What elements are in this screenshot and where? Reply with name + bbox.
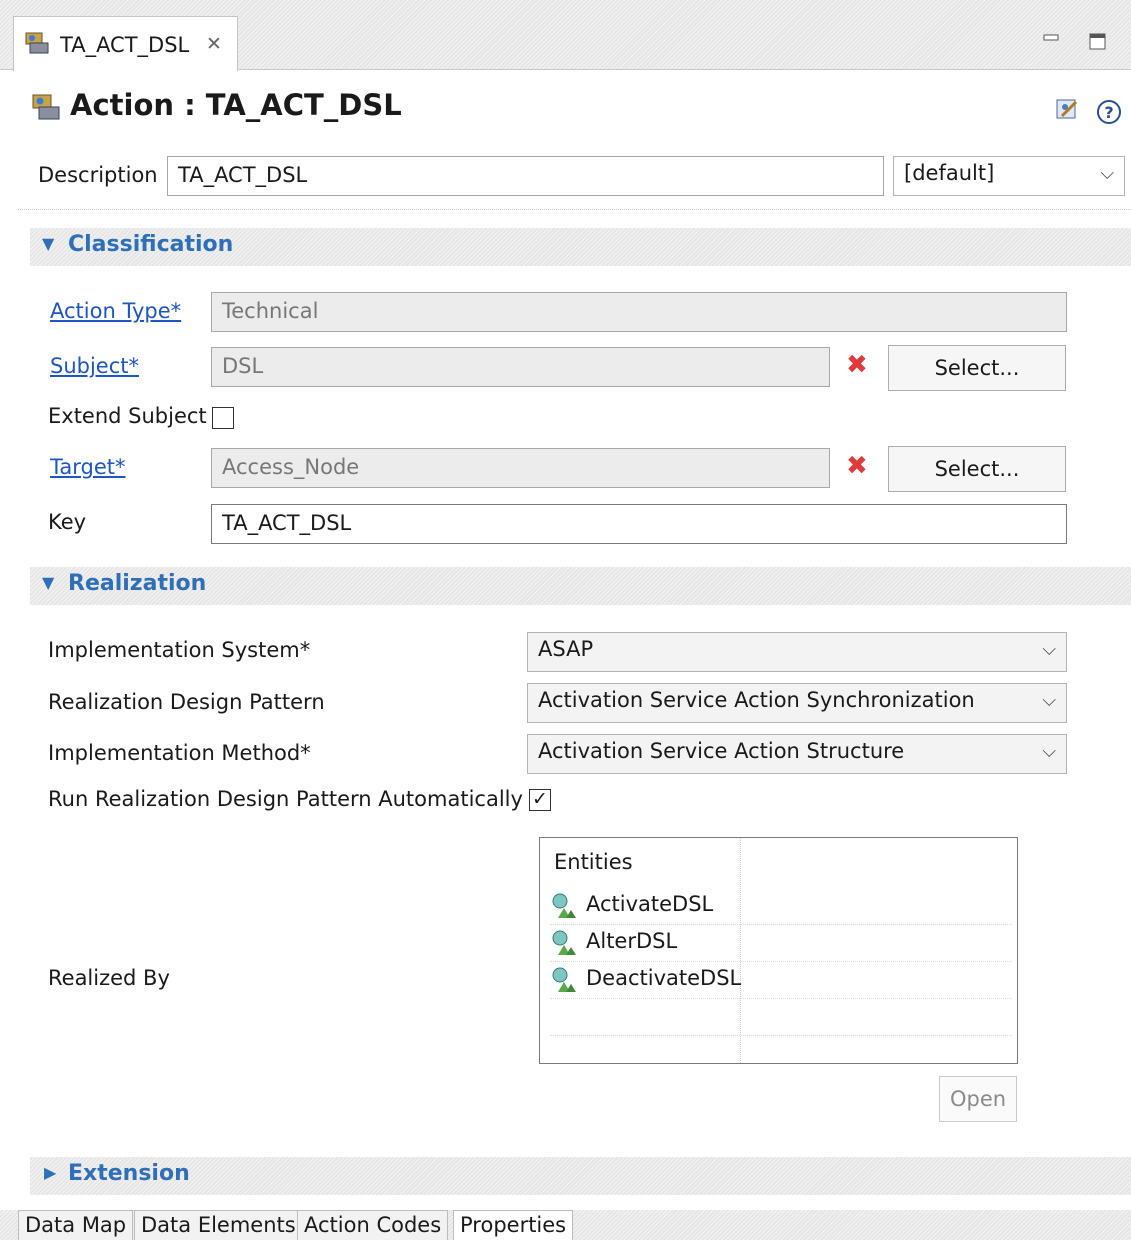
entity-icon: [550, 966, 582, 994]
tools-icon[interactable]: [1054, 96, 1082, 124]
tab-data-map[interactable]: Data Map: [18, 1210, 134, 1240]
chevron-down-icon: ⌵: [1042, 639, 1056, 660]
language-select[interactable]: [default] ⌵: [893, 156, 1125, 196]
tab-data-elements[interactable]: Data Elements: [134, 1210, 303, 1240]
empty-row: [550, 999, 1012, 1036]
editor-tab-label: TA_ACT_DSL: [60, 33, 190, 57]
extend-subject-checkbox[interactable]: [212, 407, 234, 429]
extend-subject-label: Extend Subject: [48, 404, 207, 428]
entity-row[interactable]: ActivateDSL: [550, 888, 1012, 925]
entity-icon: [550, 929, 582, 957]
description-label: Description: [38, 163, 158, 187]
select-subject-button[interactable]: Select...: [888, 345, 1066, 391]
select-target-button[interactable]: Select...: [888, 446, 1066, 492]
design-pattern-select[interactable]: Activation Service Action Synchronizatio…: [527, 683, 1067, 723]
realization-section-header[interactable]: ▼ Realization: [30, 567, 1131, 605]
target-field: Access_Node: [211, 448, 830, 488]
help-icon[interactable]: ?: [1096, 99, 1122, 125]
implementation-method-value: Activation Service Action Structure: [538, 739, 905, 763]
action-type-link[interactable]: Action Type*: [50, 299, 181, 323]
entities-column-header: Entities: [554, 850, 633, 874]
run-automatically-label: Run Realization Design Pattern Automatic…: [48, 787, 523, 811]
design-pattern-label: Realization Design Pattern: [48, 690, 325, 714]
editor-tab-bar: TA_ACT_DSL ✕: [0, 0, 1131, 71]
page-title: Action : TA_ACT_DSL: [70, 88, 402, 122]
entity-name: AlterDSL: [586, 929, 678, 953]
key-field[interactable]: TA_ACT_DSL: [211, 504, 1067, 544]
implementation-method-select[interactable]: Activation Service Action Structure ⌵: [527, 734, 1067, 774]
extension-section-header[interactable]: ▶ Extension: [30, 1157, 1131, 1195]
divider: [18, 209, 1131, 210]
action-icon: [30, 92, 62, 122]
run-automatically-checkbox[interactable]: ✓: [529, 789, 551, 811]
section-title: Classification: [68, 232, 234, 257]
remove-target-icon[interactable]: ✖: [846, 451, 868, 481]
entity-name: DeactivateDSL: [586, 966, 742, 990]
entity-icon: [550, 892, 582, 920]
entities-table[interactable]: Entities ActivateDSL AlterDSL Deactivate…: [539, 837, 1018, 1064]
collapsed-triangle-icon: ▶: [44, 1163, 57, 1182]
close-icon[interactable]: ✕: [206, 33, 222, 55]
design-pattern-value: Activation Service Action Synchronizatio…: [538, 688, 975, 712]
minimize-icon[interactable]: [1043, 28, 1061, 41]
implementation-system-value: ASAP: [538, 637, 594, 661]
description-field[interactable]: TA_ACT_DSL: [167, 156, 884, 196]
expanded-triangle-icon: ▼: [42, 573, 55, 592]
action-icon: [23, 30, 51, 56]
chevron-down-icon: ⌵: [1100, 163, 1114, 184]
chevron-down-icon: ⌵: [1042, 741, 1056, 762]
entity-row[interactable]: AlterDSL: [550, 925, 1012, 962]
classification-section-header[interactable]: ▼ Classification: [30, 228, 1131, 266]
chevron-down-icon: ⌵: [1042, 690, 1056, 711]
implementation-system-select[interactable]: ASAP ⌵: [527, 632, 1067, 672]
implementation-method-label: Implementation Method*: [48, 741, 311, 765]
action-type-field: Technical: [211, 292, 1067, 332]
section-title: Realization: [68, 571, 207, 596]
language-select-value: [default]: [904, 161, 995, 185]
editor-tab[interactable]: TA_ACT_DSL ✕: [13, 16, 238, 71]
tab-action-codes[interactable]: Action Codes: [297, 1210, 449, 1240]
open-button[interactable]: Open: [939, 1076, 1017, 1122]
svg-text:?: ?: [1104, 103, 1113, 122]
key-label: Key: [48, 510, 87, 534]
bottom-tab-bar: Data Map Data Elements Action Codes Prop…: [0, 1210, 1131, 1240]
subject-field: DSL: [211, 347, 830, 387]
entity-row[interactable]: DeactivateDSL: [550, 962, 1012, 999]
section-title: Extension: [68, 1161, 190, 1186]
remove-subject-icon[interactable]: ✖: [846, 350, 868, 380]
maximize-icon[interactable]: [1088, 32, 1108, 52]
subject-link[interactable]: Subject*: [50, 354, 139, 378]
implementation-system-label: Implementation System*: [48, 638, 311, 662]
expanded-triangle-icon: ▼: [42, 234, 55, 253]
tab-properties[interactable]: Properties: [453, 1210, 574, 1240]
entity-name: ActivateDSL: [586, 892, 714, 916]
target-link[interactable]: Target*: [50, 455, 125, 479]
realized-by-label: Realized By: [48, 966, 170, 990]
